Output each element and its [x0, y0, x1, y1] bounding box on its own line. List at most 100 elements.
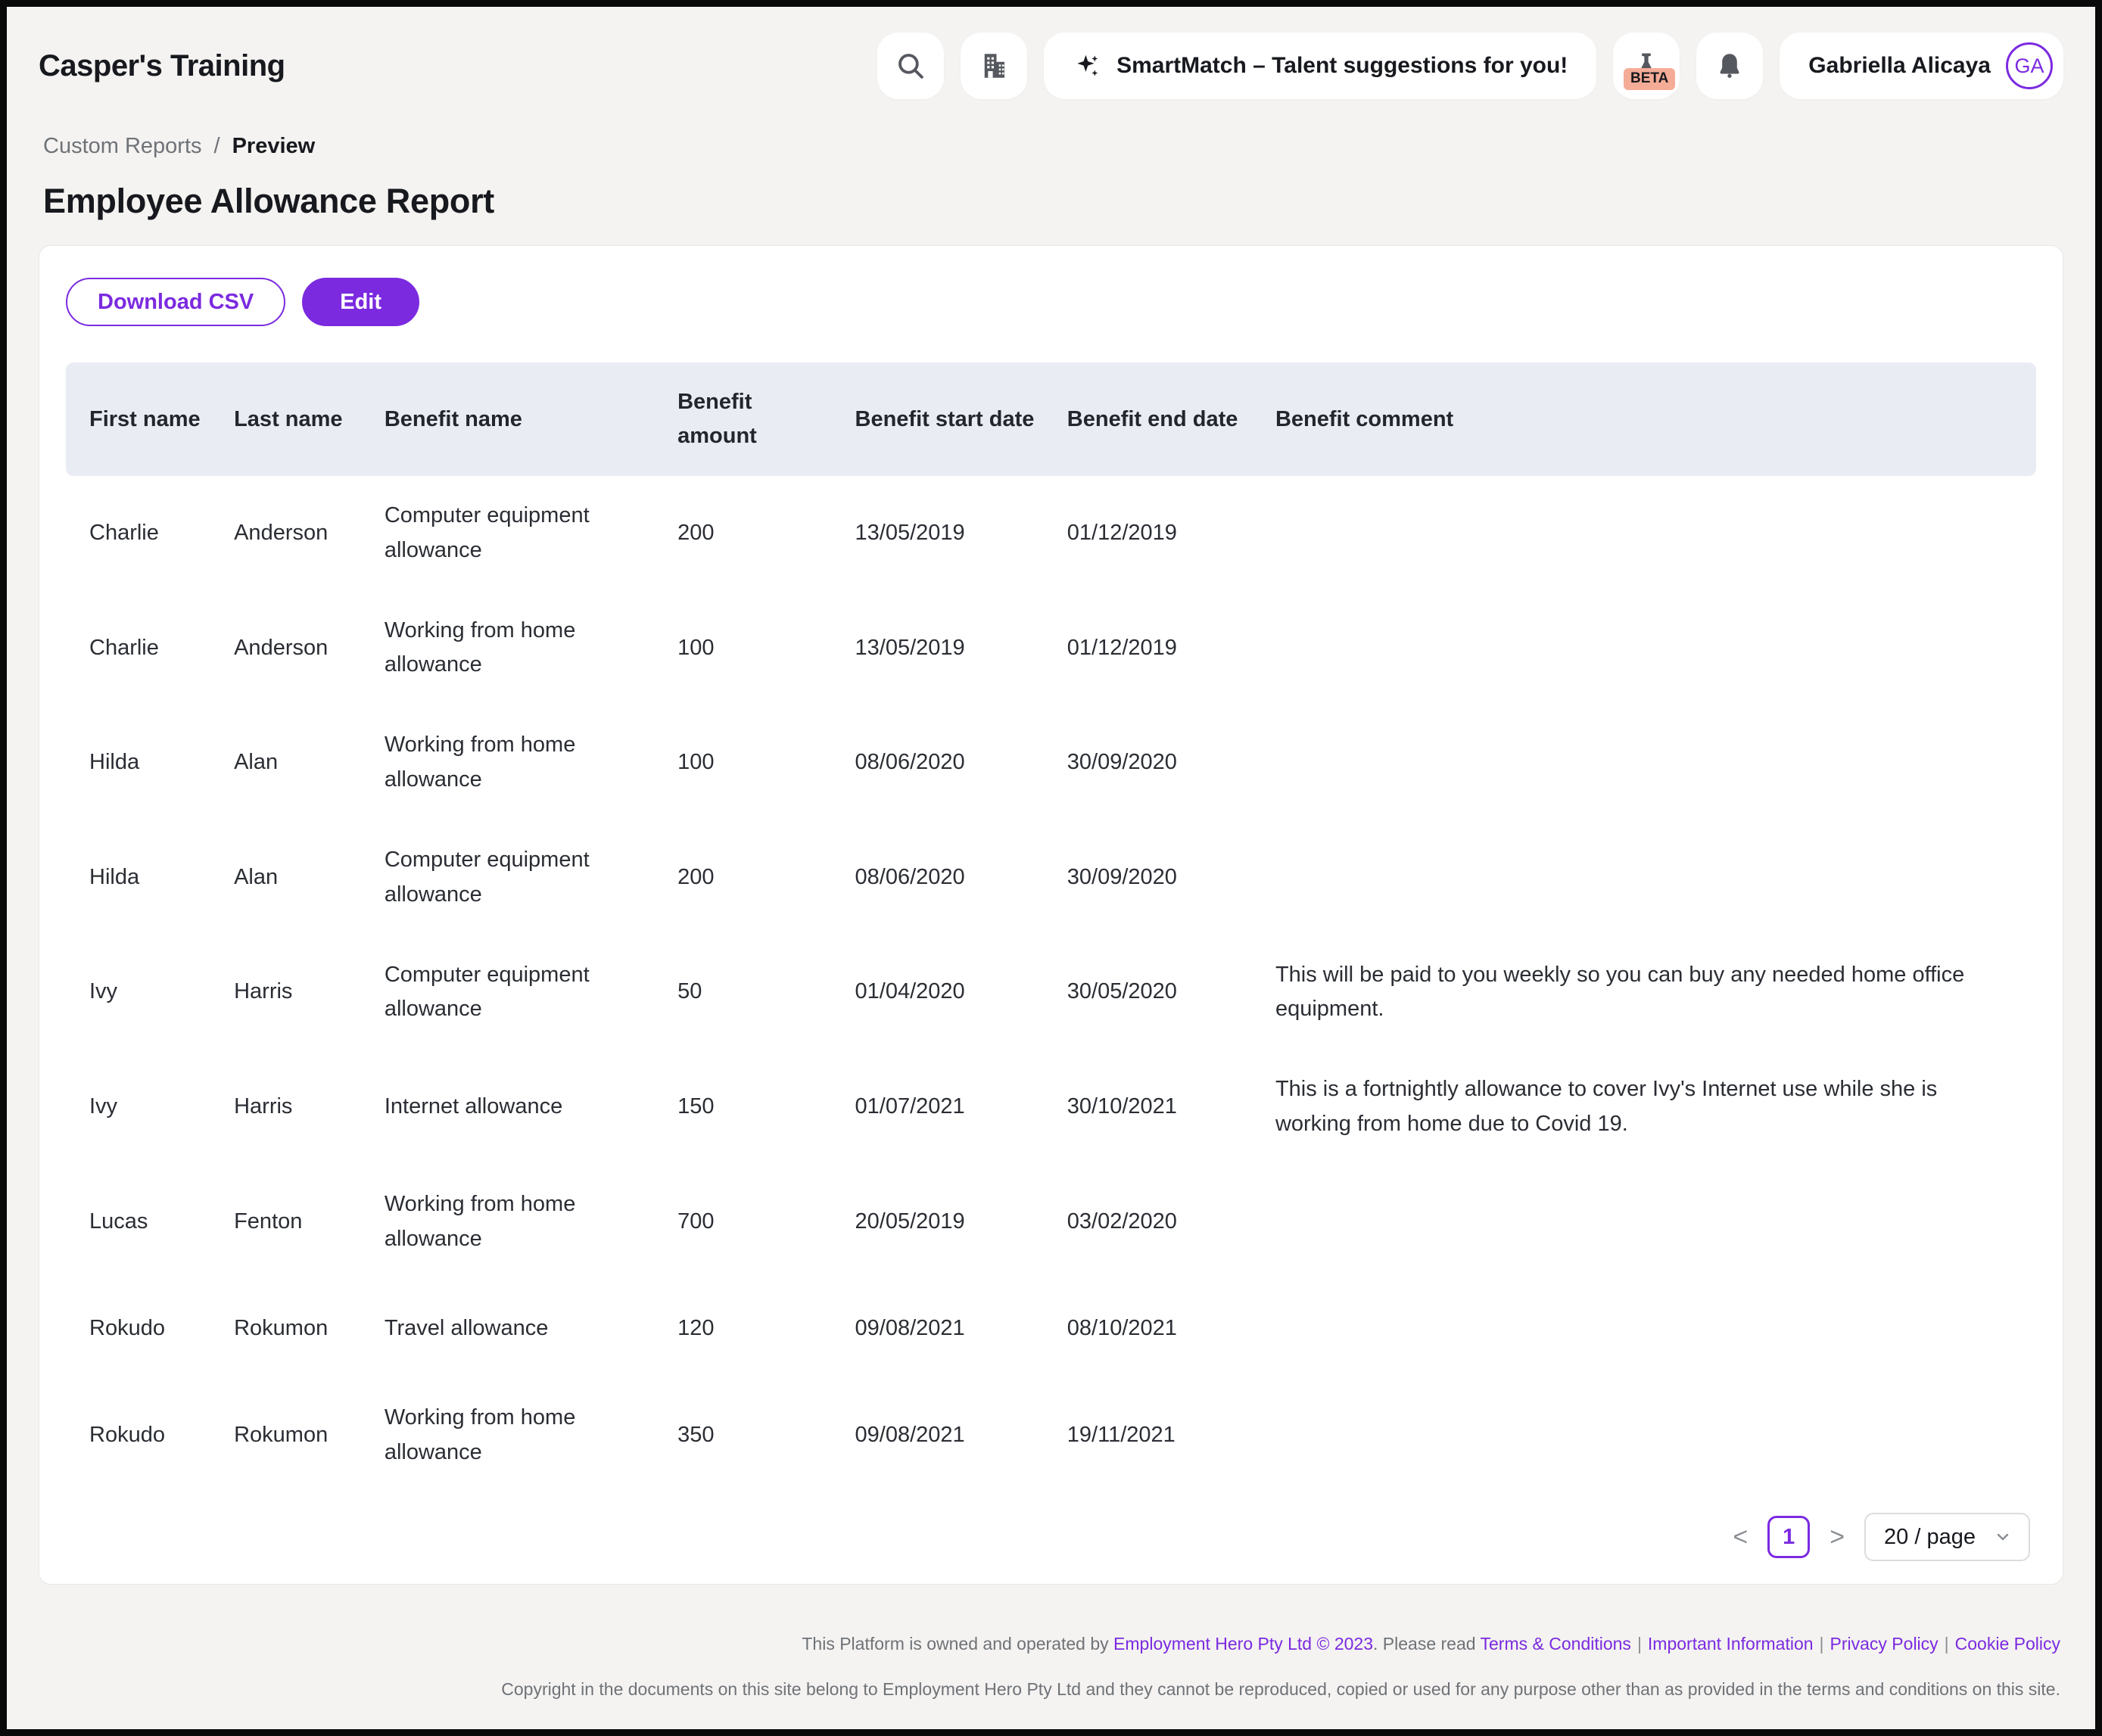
cell-first-name: Ivy — [89, 1090, 234, 1125]
breadcrumb-custom-reports[interactable]: Custom Reports — [43, 134, 202, 159]
cell-benefit-start-date: 08/06/2020 — [855, 745, 1067, 780]
cell-first-name: Ivy — [89, 975, 234, 1010]
page-size-select[interactable]: 20 / page — [1864, 1513, 2030, 1561]
cell-last-name: Anderson — [234, 516, 385, 551]
cell-first-name: Lucas — [89, 1205, 234, 1240]
avatar: GA — [2006, 42, 2053, 89]
cell-last-name: Harris — [234, 1090, 385, 1125]
download-csv-button[interactable]: Download CSV — [66, 278, 285, 326]
table-row: HildaAlanWorking from home allowance1000… — [66, 705, 2036, 820]
cell-benefit-end-date: 03/02/2020 — [1067, 1205, 1275, 1240]
table-row: IvyHarrisInternet allowance15001/07/2021… — [66, 1050, 2036, 1165]
cell-benefit-amount: 700 — [677, 1205, 855, 1240]
cell-benefit-amount: 100 — [677, 631, 855, 666]
cell-benefit-end-date: 01/12/2019 — [1067, 516, 1275, 551]
cell-benefit-name: Working from home allowance — [385, 728, 677, 798]
user-name: Gabriella Alicaya — [1808, 53, 1991, 79]
cell-benefit-end-date: 30/09/2020 — [1067, 745, 1275, 780]
report-table: First name Last name Benefit name Benefi… — [66, 362, 2036, 1493]
search-icon — [895, 50, 926, 82]
table-row: CharlieAndersonComputer equipment allowa… — [66, 476, 2036, 591]
screen: Casper's Training — [7, 7, 2095, 1729]
cell-benefit-start-date: 08/06/2020 — [855, 860, 1067, 895]
cell-last-name: Alan — [234, 860, 385, 895]
search-button[interactable] — [877, 33, 944, 99]
cell-benefit-name: Working from home allowance — [385, 614, 677, 683]
cell-benefit-start-date: 20/05/2019 — [855, 1205, 1067, 1240]
operator-link[interactable]: Employment Hero Pty Ltd © 2023 — [1113, 1634, 1373, 1654]
breadcrumb-separator: / — [214, 134, 220, 159]
breadcrumb-preview: Preview — [232, 134, 316, 159]
cookie-policy-link[interactable]: Cookie Policy — [1955, 1634, 2060, 1654]
organisation-button[interactable] — [961, 33, 1027, 99]
important-information-link[interactable]: Important Information — [1648, 1634, 1814, 1654]
footer-pipe: | — [1814, 1634, 1830, 1654]
cell-benefit-amount: 100 — [677, 745, 855, 780]
toolbar: Download CSV Edit — [66, 278, 2036, 326]
org-title: Casper's Training — [39, 49, 285, 83]
cell-benefit-amount: 350 — [677, 1418, 855, 1453]
table-row: LucasFentonWorking from home allowance70… — [66, 1165, 2036, 1280]
cell-last-name: Rokumon — [234, 1418, 385, 1453]
column-header-last-name: Last name — [234, 403, 385, 437]
cell-benefit-amount: 50 — [677, 975, 855, 1010]
footer-text-prefix: This Platform is owned and operated by — [802, 1634, 1113, 1654]
cell-benefit-name: Computer equipment allowance — [385, 499, 677, 568]
cell-first-name: Rokudo — [89, 1418, 234, 1453]
cell-benefit-end-date: 30/10/2021 — [1067, 1090, 1275, 1125]
building-icon — [978, 50, 1010, 82]
notifications-button[interactable] — [1696, 33, 1763, 99]
cell-last-name: Rokumon — [234, 1311, 385, 1346]
cell-benefit-end-date: 01/12/2019 — [1067, 631, 1275, 666]
prev-page-button[interactable]: < — [1733, 1524, 1748, 1550]
cell-benefit-amount: 200 — [677, 860, 855, 895]
labs-button[interactable]: BETA — [1613, 33, 1680, 99]
report-card: Download CSV Edit First name Last name B… — [39, 245, 2063, 1585]
privacy-policy-link[interactable]: Privacy Policy — [1830, 1634, 1939, 1654]
column-header-benefit-comment: Benefit comment — [1275, 403, 2018, 437]
smartmatch-button[interactable]: SmartMatch – Talent suggestions for you! — [1044, 33, 1596, 99]
pagination: < 1 > 20 / page — [66, 1513, 2036, 1561]
cell-benefit-name: Computer equipment allowance — [385, 843, 677, 913]
page-title: Employee Allowance Report — [43, 182, 2063, 221]
chevron-down-icon — [1994, 1528, 2012, 1546]
cell-benefit-end-date: 19/11/2021 — [1067, 1418, 1275, 1453]
column-header-first-name: First name — [89, 403, 234, 437]
cell-benefit-start-date: 13/05/2019 — [855, 516, 1067, 551]
sparkle-icon — [1073, 51, 1101, 80]
cell-benefit-start-date: 13/05/2019 — [855, 631, 1067, 666]
table-row: IvyHarrisComputer equipment allowance500… — [66, 935, 2036, 1050]
cell-first-name: Hilda — [89, 860, 234, 895]
next-page-button[interactable]: > — [1830, 1524, 1845, 1550]
cell-first-name: Rokudo — [89, 1311, 234, 1346]
smartmatch-label: SmartMatch – Talent suggestions for you! — [1116, 53, 1568, 79]
footer-copyright-line: Copyright in the documents on this site … — [39, 1677, 2060, 1701]
footer-legal-line: This Platform is owned and operated by E… — [39, 1632, 2060, 1656]
cell-last-name: Harris — [234, 975, 385, 1010]
bell-icon — [1714, 50, 1745, 82]
cell-benefit-name: Internet allowance — [385, 1090, 677, 1125]
cell-benefit-start-date: 09/08/2021 — [855, 1311, 1067, 1346]
footer-text-middle: . Please read — [1373, 1634, 1481, 1654]
user-menu-button[interactable]: Gabriella Alicaya GA — [1780, 33, 2063, 99]
column-header-benefit-start-date: Benefit start date — [855, 403, 1067, 437]
terms-link[interactable]: Terms & Conditions — [1481, 1634, 1631, 1654]
cell-first-name: Charlie — [89, 516, 234, 551]
column-header-benefit-amount: Benefit amount — [677, 385, 855, 453]
current-page-button[interactable]: 1 — [1767, 1516, 1810, 1558]
table-body: CharlieAndersonComputer equipment allowa… — [66, 476, 2036, 1493]
cell-benefit-amount: 200 — [677, 516, 855, 551]
footer-pipe: | — [1631, 1634, 1648, 1654]
cell-benefit-name: Computer equipment allowance — [385, 958, 677, 1028]
table-row: RokudoRokumonTravel allowance12009/08/20… — [66, 1279, 2036, 1378]
edit-button[interactable]: Edit — [302, 278, 419, 326]
breadcrumb: Custom Reports / Preview — [43, 134, 2063, 159]
cell-last-name: Alan — [234, 745, 385, 780]
cell-benefit-amount: 150 — [677, 1090, 855, 1125]
cell-benefit-name: Working from home allowance — [385, 1187, 677, 1257]
cell-benefit-comment: This will be paid to you weekly so you c… — [1275, 958, 2018, 1028]
beta-badge: BETA — [1624, 68, 1675, 90]
cell-benefit-amount: 120 — [677, 1311, 855, 1346]
cell-benefit-name: Working from home allowance — [385, 1401, 677, 1470]
cell-last-name: Fenton — [234, 1205, 385, 1240]
